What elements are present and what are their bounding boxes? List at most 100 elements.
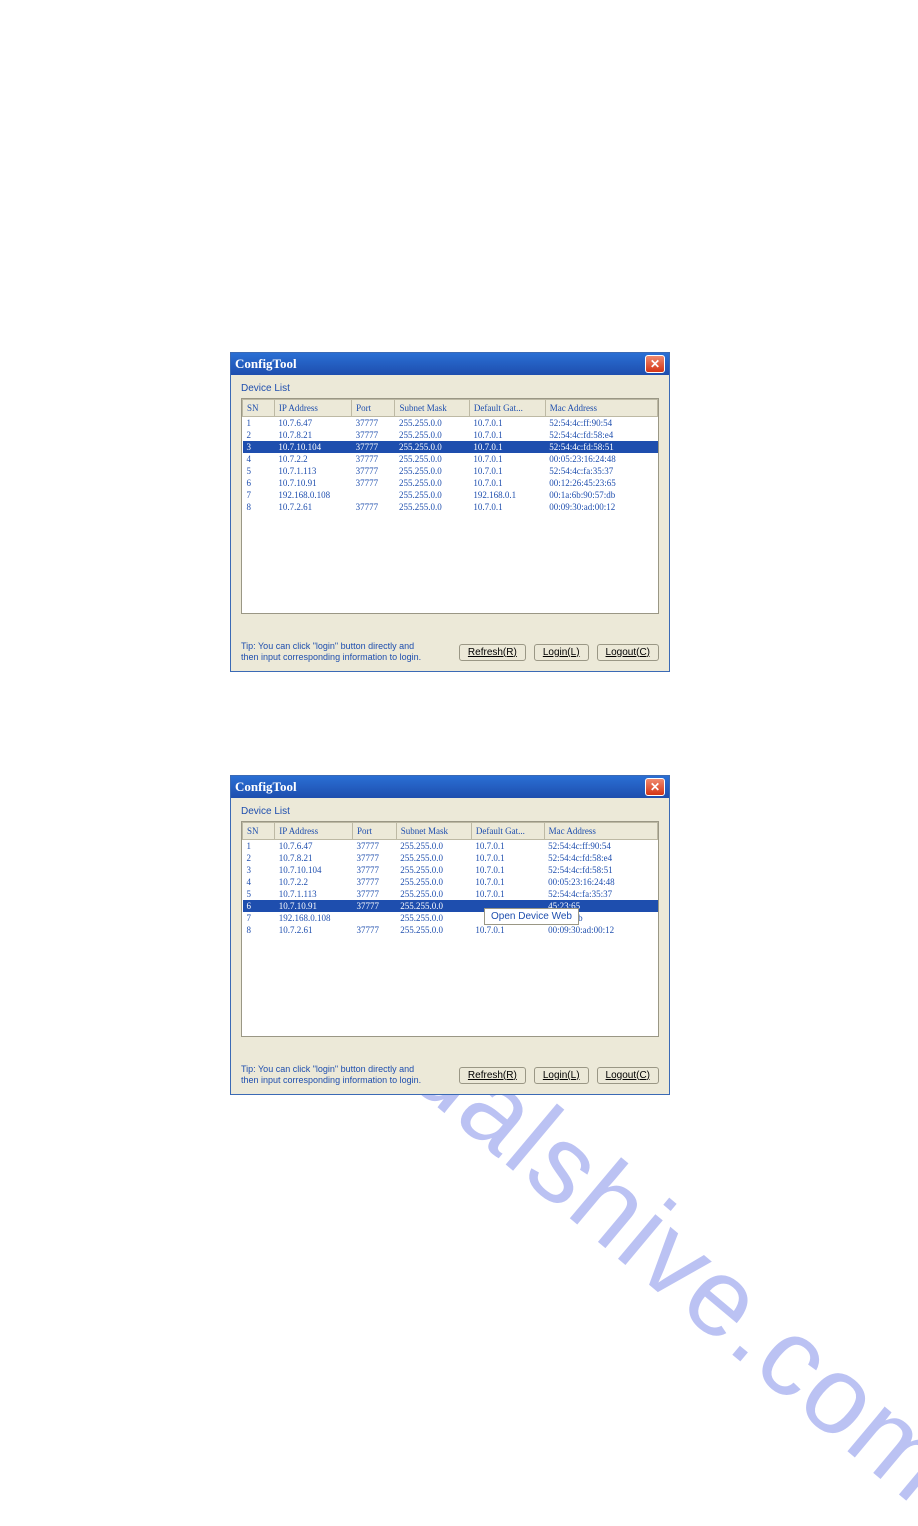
col-ip[interactable]: IP Address	[274, 400, 351, 417]
cell-sn: 3	[243, 864, 275, 876]
cell-sn: 7	[243, 489, 275, 501]
device-list[interactable]: SN IP Address Port Subnet Mask Default G…	[241, 821, 659, 1037]
cell-mac: 52:54:4c:fd:58:51	[544, 864, 657, 876]
table-row[interactable]: 210.7.8.2137777255.255.0.010.7.0.152:54:…	[243, 852, 658, 864]
cell-ip: 10.7.8.21	[275, 852, 353, 864]
cell-port: 37777	[352, 477, 395, 489]
close-icon[interactable]: ✕	[645, 778, 665, 796]
login-button[interactable]: Login(L)	[534, 1067, 589, 1084]
cell-port: 37777	[353, 900, 397, 912]
table-header-row[interactable]: SN IP Address Port Subnet Mask Default G…	[243, 823, 658, 840]
cell-port: 37777	[353, 876, 397, 888]
cell-sm: 255.255.0.0	[396, 912, 471, 924]
cell-sm: 255.255.0.0	[396, 864, 471, 876]
col-subnet[interactable]: Subnet Mask	[396, 823, 471, 840]
cell-sn: 7	[243, 912, 275, 924]
table-row[interactable]: 810.7.2.6137777255.255.0.010.7.0.100:09:…	[243, 924, 658, 936]
device-list-label: Device List	[231, 375, 669, 398]
logout-button[interactable]: Logout(C)	[597, 644, 659, 661]
table-row[interactable]: 510.7.1.11337777255.255.0.010.7.0.152:54…	[243, 888, 658, 900]
cell-port: 37777	[352, 501, 395, 513]
refresh-button[interactable]: Refresh(R)	[459, 644, 526, 661]
cell-gw: 10.7.0.1	[471, 864, 544, 876]
table-row[interactable]: 610.7.10.9137777255.255.0.045:23:65	[243, 900, 658, 912]
table-row[interactable]: 810.7.2.6137777255.255.0.010.7.0.100:09:…	[243, 501, 658, 513]
cell-sn: 8	[243, 501, 275, 513]
cell-ip: 10.7.2.61	[275, 924, 353, 936]
col-mac[interactable]: Mac Address	[544, 823, 657, 840]
cell-ip: 10.7.2.2	[274, 453, 351, 465]
col-port[interactable]: Port	[353, 823, 397, 840]
cell-mac: 52:54:4c:fa:35:37	[544, 888, 657, 900]
tip-text: Tip: You can click "login" button direct…	[241, 1064, 459, 1086]
close-icon[interactable]: ✕	[645, 355, 665, 373]
refresh-button[interactable]: Refresh(R)	[459, 1067, 526, 1084]
cell-sm: 255.255.0.0	[395, 465, 469, 477]
device-table: SN IP Address Port Subnet Mask Default G…	[242, 822, 658, 936]
table-row[interactable]: 410.7.2.237777255.255.0.010.7.0.100:05:2…	[243, 453, 658, 465]
col-port[interactable]: Port	[352, 400, 395, 417]
cell-mac: 00:05:23:16:24:48	[545, 453, 657, 465]
table-row[interactable]: 7192.168.0.108255.255.0.0:90:57:db	[243, 912, 658, 924]
cell-gw: 10.7.0.1	[469, 477, 545, 489]
table-row[interactable]: 210.7.8.2137777255.255.0.010.7.0.152:54:…	[243, 429, 658, 441]
table-row[interactable]: 610.7.10.9137777255.255.0.010.7.0.100:12…	[243, 477, 658, 489]
table-row[interactable]: 410.7.2.237777255.255.0.010.7.0.100:05:2…	[243, 876, 658, 888]
cell-gw: 10.7.0.1	[471, 852, 544, 864]
context-menu-open-web[interactable]: Open Device Web	[484, 908, 579, 925]
col-subnet[interactable]: Subnet Mask	[395, 400, 469, 417]
col-mac[interactable]: Mac Address	[545, 400, 657, 417]
logout-button[interactable]: Logout(C)	[597, 1067, 659, 1084]
table-row[interactable]: 310.7.10.10437777255.255.0.010.7.0.152:5…	[243, 864, 658, 876]
cell-sn: 8	[243, 924, 275, 936]
device-list-label: Device List	[231, 798, 669, 821]
cell-sm: 255.255.0.0	[396, 900, 471, 912]
table-row[interactable]: 310.7.10.10437777255.255.0.010.7.0.152:5…	[243, 441, 658, 453]
cell-port: 37777	[353, 888, 397, 900]
col-gateway[interactable]: Default Gat...	[471, 823, 544, 840]
cell-ip: 10.7.10.104	[274, 441, 351, 453]
config-tool-window-2: ConfigTool ✕ Device List SN IP Address P…	[230, 775, 670, 1095]
col-sn[interactable]: SN	[243, 400, 275, 417]
cell-sm: 255.255.0.0	[396, 876, 471, 888]
device-list[interactable]: SN IP Address Port Subnet Mask Default G…	[241, 398, 659, 614]
cell-port	[352, 489, 395, 501]
cell-sm: 255.255.0.0	[395, 453, 469, 465]
cell-gw: 10.7.0.1	[471, 876, 544, 888]
table-row[interactable]: 110.7.6.4737777255.255.0.010.7.0.152:54:…	[243, 840, 658, 853]
cell-sm: 255.255.0.0	[395, 417, 469, 430]
cell-ip: 10.7.6.47	[274, 417, 351, 430]
cell-ip: 10.7.10.104	[275, 864, 353, 876]
cell-mac: 00:09:30:ad:00:12	[544, 924, 657, 936]
tip-text: Tip: You can click "login" button direct…	[241, 641, 459, 663]
col-sn[interactable]: SN	[243, 823, 275, 840]
window-title: ConfigTool	[235, 356, 645, 372]
cell-port	[353, 912, 397, 924]
cell-sm: 255.255.0.0	[396, 840, 471, 853]
col-ip[interactable]: IP Address	[275, 823, 353, 840]
cell-sm: 255.255.0.0	[395, 429, 469, 441]
cell-ip: 10.7.2.61	[274, 501, 351, 513]
cell-gw: 10.7.0.1	[469, 453, 545, 465]
footer: Tip: You can click "login" button direct…	[241, 641, 659, 663]
col-gateway[interactable]: Default Gat...	[469, 400, 545, 417]
table-header-row[interactable]: SN IP Address Port Subnet Mask Default G…	[243, 400, 658, 417]
table-row[interactable]: 7192.168.0.108255.255.0.0192.168.0.100:1…	[243, 489, 658, 501]
titlebar[interactable]: ConfigTool ✕	[231, 353, 669, 375]
titlebar[interactable]: ConfigTool ✕	[231, 776, 669, 798]
cell-port: 37777	[353, 864, 397, 876]
cell-mac: 52:54:4c:fd:58:e4	[545, 429, 657, 441]
cell-port: 37777	[353, 840, 397, 853]
cell-sn: 4	[243, 876, 275, 888]
cell-gw: 10.7.0.1	[469, 465, 545, 477]
cell-gw: 192.168.0.1	[469, 489, 545, 501]
cell-sm: 255.255.0.0	[395, 477, 469, 489]
cell-port: 37777	[353, 852, 397, 864]
cell-mac: 52:54:4c:ff:90:54	[544, 840, 657, 853]
cell-ip: 10.7.1.113	[274, 465, 351, 477]
cell-sm: 255.255.0.0	[396, 888, 471, 900]
table-row[interactable]: 510.7.1.11337777255.255.0.010.7.0.152:54…	[243, 465, 658, 477]
table-row[interactable]: 110.7.6.4737777255.255.0.010.7.0.152:54:…	[243, 417, 658, 430]
login-button[interactable]: Login(L)	[534, 644, 589, 661]
cell-ip: 10.7.2.2	[275, 876, 353, 888]
